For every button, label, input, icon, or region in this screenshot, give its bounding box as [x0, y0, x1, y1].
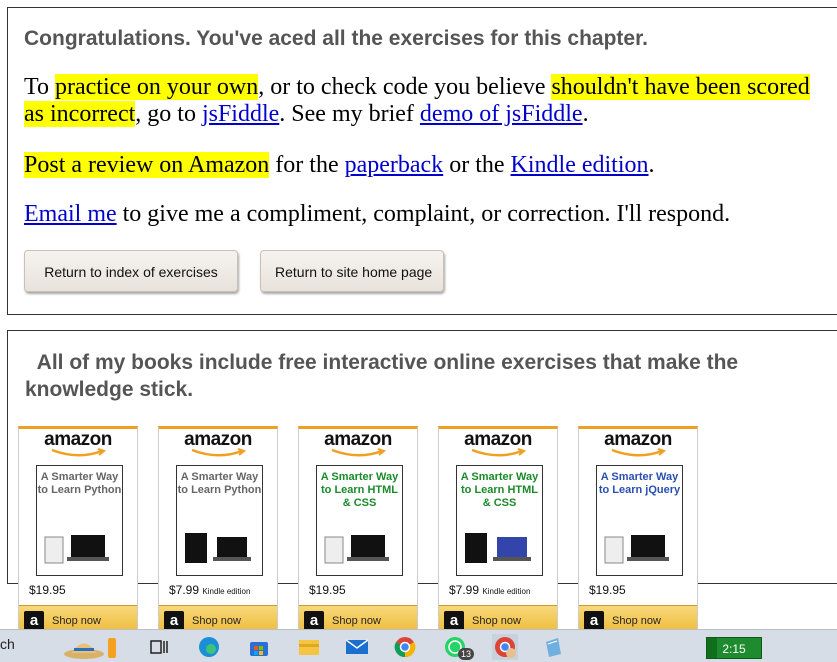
search-box-fragment[interactable]: ch [0, 636, 15, 652]
highlight-review: Post a review on Amazon [24, 152, 270, 178]
nav-buttons: Return to index of exercises Return to s… [24, 250, 830, 292]
devices-icon [465, 533, 531, 563]
highlight-practice: practice on your own [54, 74, 259, 100]
book-ad[interactable]: amazon A Smarter Way to Learn HTML & CSS… [438, 426, 558, 636]
amazon-a-icon: a [164, 610, 184, 631]
demo-jsfiddle-link[interactable]: demo of jsFiddle [420, 101, 583, 127]
return-home-button[interactable]: Return to site home page [260, 250, 444, 292]
amazon-logo: amazon [604, 429, 672, 450]
book-price: $7.99 Kindle edition [449, 583, 531, 597]
task-view-icon[interactable] [146, 634, 172, 660]
devices-icon [324, 535, 389, 564]
email-me-link[interactable]: Email me [24, 201, 117, 227]
windows-taskbar: ch 13 2:15 [0, 629, 837, 662]
book-ad[interactable]: amazon A Smarter Way to Learn Python $7.… [158, 426, 278, 636]
jsfiddle-link[interactable]: jsFiddle [202, 101, 279, 127]
review-paragraph: Post a review on Amazon for the paperbac… [24, 152, 655, 178]
devices-icon [185, 533, 251, 563]
devices-icon [44, 535, 109, 564]
book-price: $7.99 Kindle edition [169, 583, 251, 597]
book-cover: A Smarter Way to Learn HTML & CSS [316, 465, 403, 576]
edge-icon[interactable] [196, 634, 222, 660]
book-cover: A Smarter Way to Learn Python [36, 465, 123, 576]
devices-icon [604, 535, 669, 564]
store-icon[interactable] [246, 634, 272, 660]
clock[interactable]: 2:15 [706, 637, 762, 659]
amazon-logo: amazon [184, 429, 252, 450]
book-cover: A Smarter Way to Learn HTML & CSS [456, 465, 543, 576]
paperback-link[interactable]: paperback [345, 152, 444, 178]
file-explorer-icon[interactable] [296, 634, 322, 660]
return-index-button[interactable]: Return to index of exercises [24, 250, 238, 292]
mail-icon[interactable] [344, 634, 370, 660]
book-cover: A Smarter Way to Learn jQuery [596, 465, 683, 576]
chrome-icon[interactable] [392, 634, 418, 660]
books-heading: All of my books include free interactive… [25, 351, 739, 401]
book-cover: A Smarter Way to Learn Python [176, 465, 263, 576]
book-ad[interactable]: amazon A Smarter Way to Learn HTML & CSS… [298, 426, 418, 636]
congrats-panel: Congratulations. You've aced all the exe… [7, 7, 837, 315]
book-ad[interactable]: amazon A Smarter Way to Learn Python $19… [18, 426, 138, 636]
kindle-edition-link[interactable]: Kindle edition [511, 152, 649, 178]
chrome-profile-icon[interactable] [492, 634, 518, 660]
books-row: amazon A Smarter Way to Learn Python $19… [18, 426, 698, 636]
book-price: $19.95 [589, 583, 626, 597]
book-price: $19.95 [29, 583, 66, 597]
amazon-logo: amazon [324, 429, 392, 450]
practice-paragraph: To practice on your own, or to check cod… [24, 74, 810, 127]
notepad-icon[interactable] [540, 634, 566, 660]
amazon-a-icon: a [24, 610, 44, 631]
amazon-logo: amazon [44, 429, 112, 450]
amazon-a-icon: a [584, 610, 604, 631]
beach-hat-icon[interactable] [62, 634, 122, 660]
amazon-a-icon: a [304, 610, 324, 631]
email-paragraph: Email me to give me a compliment, compla… [24, 201, 731, 227]
amazon-a-icon: a [444, 610, 464, 631]
book-price: $19.95 [309, 583, 346, 597]
whatsapp-badge: 13 [458, 648, 475, 660]
amazon-logo: amazon [464, 429, 532, 450]
congrats-heading: Congratulations. You've aced all the exe… [24, 27, 648, 50]
book-ad[interactable]: amazon A Smarter Way to Learn jQuery $19… [578, 426, 698, 636]
